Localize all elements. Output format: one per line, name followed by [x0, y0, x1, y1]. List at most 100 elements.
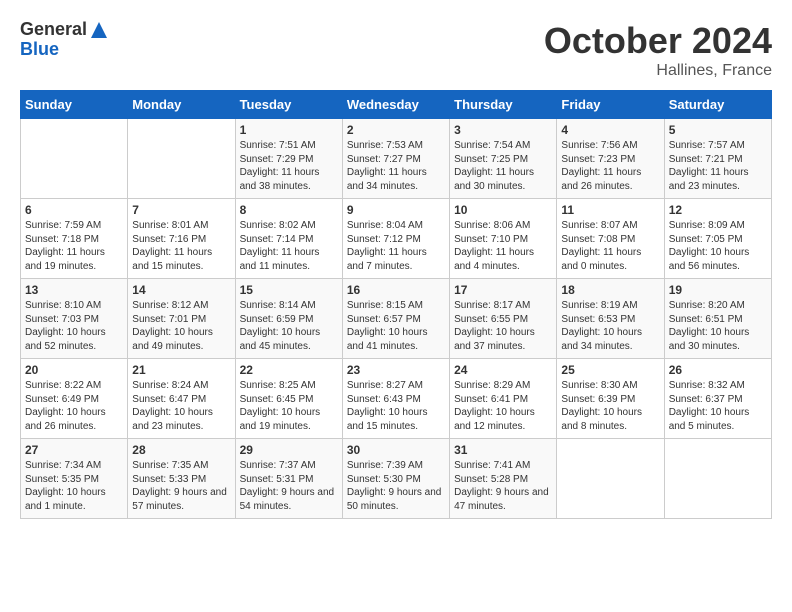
day-info: Sunrise: 8:15 AMSunset: 6:57 PMDaylight:… — [347, 299, 445, 353]
day-number: 31 — [454, 443, 552, 457]
day-info: Sunrise: 8:17 AMSunset: 6:55 PMDaylight:… — [454, 299, 552, 353]
day-number: 12 — [669, 203, 767, 217]
calendar-cell: 8 Sunrise: 8:02 AMSunset: 7:14 PMDaylight… — [235, 199, 342, 279]
day-number: 26 — [669, 363, 767, 377]
day-number: 22 — [240, 363, 338, 377]
title-block: October 2024 Hallines, France — [544, 20, 772, 80]
day-info: Sunrise: 8:02 AMSunset: 7:14 PMDaylight:… — [240, 219, 338, 273]
calendar-cell — [557, 439, 664, 519]
col-thursday: Thursday — [450, 91, 557, 119]
day-number: 11 — [561, 203, 659, 217]
calendar-week-4: 27Sunrise: 7:34 AMSunset: 5:35 PMDayligh… — [21, 439, 772, 519]
day-number: 15 — [240, 283, 338, 297]
day-info: Sunrise: 8:30 AMSunset: 6:39 PMDaylight:… — [561, 379, 659, 433]
calendar-cell: 30Sunrise: 7:39 AMSunset: 5:30 PMDayligh… — [342, 439, 449, 519]
calendar-cell: 6 Sunrise: 7:59 AMSunset: 7:18 PMDaylight… — [21, 199, 128, 279]
calendar-cell: 9 Sunrise: 8:04 AMSunset: 7:12 PMDaylight… — [342, 199, 449, 279]
calendar-cell: 13Sunrise: 8:10 AMSunset: 7:03 PMDayligh… — [21, 279, 128, 359]
calendar-cell: 28Sunrise: 7:35 AMSunset: 5:33 PMDayligh… — [128, 439, 235, 519]
calendar-cell: 15 Sunrise: 8:14 AMSunset: 6:59 PMDayligh… — [235, 279, 342, 359]
day-info: Sunrise: 7:39 AMSunset: 5:30 PMDaylight:… — [347, 459, 445, 513]
calendar-cell: 18 Sunrise: 8:19 AMSunset: 6:53 PMDayligh… — [557, 279, 664, 359]
calendar-cell: 21Sunrise: 8:24 AMSunset: 6:47 PMDayligh… — [128, 359, 235, 439]
day-info: Sunrise: 8:29 AMSunset: 6:41 PMDaylight:… — [454, 379, 552, 433]
day-number: 2 — [347, 123, 445, 137]
col-tuesday: Tuesday — [235, 91, 342, 119]
calendar-container: Sunday Monday Tuesday Wednesday Thursday… — [10, 85, 782, 529]
calendar-cell: 16 Sunrise: 8:15 AMSunset: 6:57 PMDayligh… — [342, 279, 449, 359]
day-info: Sunrise: 8:19 AMSunset: 6:53 PMDaylight:… — [561, 299, 659, 353]
day-info: Sunrise: 7:54 AMSunset: 7:25 PMDaylight:… — [454, 139, 552, 193]
day-number: 8 — [240, 203, 338, 217]
calendar-week-3: 20 Sunrise: 8:22 AMSunset: 6:49 PMDayligh… — [21, 359, 772, 439]
day-info: Sunrise: 7:51 AMSunset: 7:29 PMDaylight:… — [240, 139, 338, 193]
calendar-cell: 3Sunrise: 7:54 AMSunset: 7:25 PMDaylight… — [450, 119, 557, 199]
calendar-table: Sunday Monday Tuesday Wednesday Thursday… — [20, 90, 772, 519]
day-number: 25 — [561, 363, 659, 377]
day-info: Sunrise: 8:32 AMSunset: 6:37 PMDaylight:… — [669, 379, 767, 433]
calendar-cell: 11 Sunrise: 8:07 AMSunset: 7:08 PMDayligh… — [557, 199, 664, 279]
day-info: Sunrise: 8:27 AMSunset: 6:43 PMDaylight:… — [347, 379, 445, 433]
day-info: Sunrise: 8:04 AMSunset: 7:12 PMDaylight:… — [347, 219, 445, 273]
day-info: Sunrise: 8:07 AMSunset: 7:08 PMDaylight:… — [561, 219, 659, 273]
calendar-cell: 10 Sunrise: 8:06 AMSunset: 7:10 PMDayligh… — [450, 199, 557, 279]
calendar-week-2: 13Sunrise: 8:10 AMSunset: 7:03 PMDayligh… — [21, 279, 772, 359]
col-sunday: Sunday — [21, 91, 128, 119]
day-info: Sunrise: 8:12 AMSunset: 7:01 PMDaylight:… — [132, 299, 230, 353]
calendar-cell: 29 Sunrise: 7:37 AMSunset: 5:31 PMDayligh… — [235, 439, 342, 519]
calendar-header-row: Sunday Monday Tuesday Wednesday Thursday… — [21, 91, 772, 119]
calendar-cell: 23Sunrise: 8:27 AMSunset: 6:43 PMDayligh… — [342, 359, 449, 439]
page-header: General Blue October 2024 Hallines, Fran… — [10, 10, 782, 85]
day-info: Sunrise: 7:59 AMSunset: 7:18 PMDaylight:… — [25, 219, 123, 273]
day-info: Sunrise: 8:14 AMSunset: 6:59 PMDaylight:… — [240, 299, 338, 353]
calendar-cell: 4 Sunrise: 7:56 AMSunset: 7:23 PMDaylight… — [557, 119, 664, 199]
day-number: 1 — [240, 123, 338, 137]
logo-icon — [89, 20, 109, 40]
calendar-cell: 31Sunrise: 7:41 AMSunset: 5:28 PMDayligh… — [450, 439, 557, 519]
calendar-cell: 24 Sunrise: 8:29 AMSunset: 6:41 PMDayligh… — [450, 359, 557, 439]
logo-blue-text: Blue — [20, 40, 109, 60]
day-number: 4 — [561, 123, 659, 137]
calendar-cell: 20 Sunrise: 8:22 AMSunset: 6:49 PMDayligh… — [21, 359, 128, 439]
col-monday: Monday — [128, 91, 235, 119]
calendar-cell: 19 Sunrise: 8:20 AMSunset: 6:51 PMDayligh… — [664, 279, 771, 359]
day-info: Sunrise: 7:57 AMSunset: 7:21 PMDaylight:… — [669, 139, 767, 193]
day-info: Sunrise: 7:53 AMSunset: 7:27 PMDaylight:… — [347, 139, 445, 193]
day-number: 9 — [347, 203, 445, 217]
day-number: 20 — [25, 363, 123, 377]
day-number: 5 — [669, 123, 767, 137]
month-title: October 2024 — [544, 20, 772, 62]
calendar-cell: 1 Sunrise: 7:51 AMSunset: 7:29 PMDaylight… — [235, 119, 342, 199]
location: Hallines, France — [544, 62, 772, 80]
day-number: 7 — [132, 203, 230, 217]
calendar-cell: 7Sunrise: 8:01 AMSunset: 7:16 PMDaylight… — [128, 199, 235, 279]
logo-general-text: General — [20, 20, 87, 40]
calendar-cell: 25 Sunrise: 8:30 AMSunset: 6:39 PMDayligh… — [557, 359, 664, 439]
calendar-cell: 22 Sunrise: 8:25 AMSunset: 6:45 PMDayligh… — [235, 359, 342, 439]
day-number: 17 — [454, 283, 552, 297]
calendar-cell: 12 Sunrise: 8:09 AMSunset: 7:05 PMDayligh… — [664, 199, 771, 279]
calendar-cell: 27Sunrise: 7:34 AMSunset: 5:35 PMDayligh… — [21, 439, 128, 519]
calendar-week-1: 6 Sunrise: 7:59 AMSunset: 7:18 PMDaylight… — [21, 199, 772, 279]
calendar-cell: 2 Sunrise: 7:53 AMSunset: 7:27 PMDaylight… — [342, 119, 449, 199]
day-number: 19 — [669, 283, 767, 297]
day-info: Sunrise: 8:22 AMSunset: 6:49 PMDaylight:… — [25, 379, 123, 433]
day-number: 29 — [240, 443, 338, 457]
day-number: 10 — [454, 203, 552, 217]
day-info: Sunrise: 8:10 AMSunset: 7:03 PMDaylight:… — [25, 299, 123, 353]
day-number: 27 — [25, 443, 123, 457]
calendar-cell: 14Sunrise: 8:12 AMSunset: 7:01 PMDayligh… — [128, 279, 235, 359]
day-number: 6 — [25, 203, 123, 217]
calendar-week-0: 1 Sunrise: 7:51 AMSunset: 7:29 PMDaylight… — [21, 119, 772, 199]
day-number: 16 — [347, 283, 445, 297]
day-info: Sunrise: 7:56 AMSunset: 7:23 PMDaylight:… — [561, 139, 659, 193]
day-info: Sunrise: 8:20 AMSunset: 6:51 PMDaylight:… — [669, 299, 767, 353]
day-info: Sunrise: 8:09 AMSunset: 7:05 PMDaylight:… — [669, 219, 767, 273]
day-info: Sunrise: 8:06 AMSunset: 7:10 PMDaylight:… — [454, 219, 552, 273]
day-number: 28 — [132, 443, 230, 457]
day-info: Sunrise: 7:37 AMSunset: 5:31 PMDaylight:… — [240, 459, 338, 513]
day-info: Sunrise: 8:25 AMSunset: 6:45 PMDaylight:… — [240, 379, 338, 433]
day-info: Sunrise: 8:24 AMSunset: 6:47 PMDaylight:… — [132, 379, 230, 433]
day-number: 24 — [454, 363, 552, 377]
day-number: 18 — [561, 283, 659, 297]
